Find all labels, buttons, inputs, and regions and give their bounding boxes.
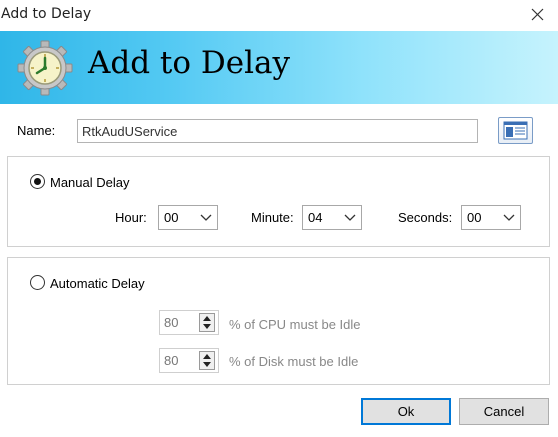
seconds-value: 00 — [467, 210, 482, 225]
chevron-down-icon — [503, 214, 515, 221]
ok-button[interactable]: Ok — [361, 398, 451, 425]
seconds-select[interactable]: 00 — [461, 205, 521, 230]
hour-value: 00 — [164, 210, 179, 225]
cpu-idle-spinner[interactable] — [159, 310, 219, 335]
banner-title: Add to Delay — [88, 45, 291, 81]
manual-delay-group — [7, 156, 550, 247]
cpu-idle-label: % of CPU must be Idle — [229, 317, 361, 332]
window-list-icon — [503, 121, 528, 140]
disk-idle-spinner[interactable] — [159, 348, 219, 373]
disk-idle-label: % of Disk must be Idle — [229, 354, 359, 369]
manual-delay-label: Manual Delay — [50, 175, 130, 190]
browse-process-button[interactable] — [498, 117, 533, 144]
chevron-down-icon — [344, 214, 356, 221]
spin-up-icon[interactable] — [203, 354, 211, 359]
name-input[interactable] — [77, 119, 478, 143]
name-label: Name: — [17, 123, 56, 138]
minute-value: 04 — [308, 210, 323, 225]
close-icon[interactable] — [526, 4, 550, 26]
minute-select[interactable]: 04 — [302, 205, 362, 230]
title-bar: Add to Delay — [0, 0, 558, 30]
header-banner: Add to Delay — [0, 31, 558, 104]
clock-gear-icon — [17, 40, 73, 96]
seconds-label: Seconds: — [398, 210, 453, 225]
manual-delay-radio[interactable] — [30, 174, 45, 189]
disk-spin-buttons[interactable] — [199, 351, 215, 370]
spin-down-icon[interactable] — [203, 362, 211, 367]
spin-down-icon[interactable] — [203, 324, 211, 329]
window-title: Add to Delay — [1, 6, 92, 22]
cpu-spin-buttons[interactable] — [199, 313, 215, 332]
automatic-delay-radio[interactable] — [30, 275, 45, 290]
minute-label: Minute: — [251, 210, 294, 225]
spin-up-icon[interactable] — [203, 316, 211, 321]
hour-select[interactable]: 00 — [158, 205, 218, 230]
chevron-down-icon — [200, 214, 212, 221]
cancel-button[interactable]: Cancel — [459, 398, 549, 425]
automatic-delay-label: Automatic Delay — [50, 276, 145, 291]
hour-label: Hour: — [115, 210, 147, 225]
